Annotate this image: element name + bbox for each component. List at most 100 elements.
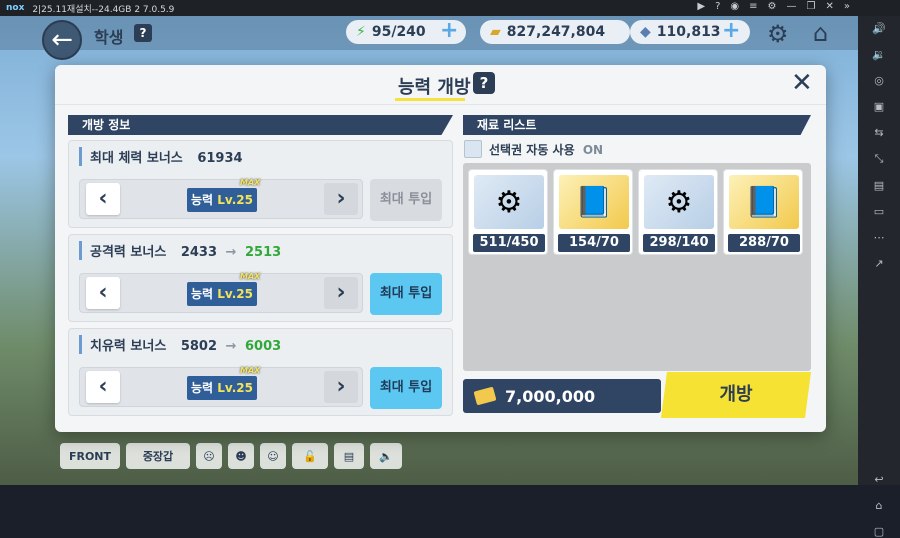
screen-help-button[interactable]: ? (134, 24, 152, 42)
unlock-info-header: 개방 정보 (68, 115, 453, 135)
bonus-value: 5802 (180, 339, 218, 354)
level-value: Lv.25 (217, 193, 253, 207)
max-input-button[interactable]: 최대 투입 (370, 179, 442, 221)
material-count: 154/70 (558, 234, 630, 252)
credit-ticket-icon: ▰ (490, 24, 501, 40)
chevron-left-icon: ‹ (98, 186, 108, 211)
level-increase-button[interactable]: › (324, 371, 358, 403)
level-prefix: 능력 (190, 287, 218, 301)
gear-disc-icon: ⚙ (474, 175, 544, 229)
smile-face-icon[interactable]: ☺ (260, 443, 286, 469)
resize-icon[interactable]: ⤡ (875, 152, 884, 166)
material-item[interactable]: ⚙ 298/140 (638, 169, 718, 255)
level-increase-button[interactable]: › (324, 277, 358, 309)
expand-icon[interactable]: » (844, 1, 850, 12)
front-button[interactable]: FRONT (60, 443, 120, 469)
bottom-bar: FRONT 중장갑 ☹ ☻ ☺ 🔓 ▤ 🔈 (60, 438, 440, 474)
hp-bonus-card: 최대 체력 보너스 61934 ‹ 능력 Lv.25 MAX › 최대 투입 (68, 140, 453, 228)
modal-header: 능력 개방 ? ✕ (55, 65, 826, 105)
level-decrease-button[interactable]: ‹ (86, 183, 120, 215)
unlock-button[interactable]: 개방 (661, 372, 811, 418)
material-item[interactable]: ⚙ 511/450 (468, 169, 548, 255)
level-decrease-button[interactable]: ‹ (86, 277, 120, 309)
settings-icon[interactable]: ⚙ (768, 1, 777, 12)
bonus-label: 최대 체력 보너스 (90, 151, 183, 166)
back-button[interactable]: ← (42, 20, 82, 60)
menu-icon[interactable]: ≡ (749, 1, 757, 12)
close-window-icon[interactable]: ✕ (825, 1, 833, 12)
level-control: ‹ 능력 Lv.25 MAX › (79, 366, 363, 407)
sync-icon[interactable]: ⇆ (874, 126, 883, 139)
level-label: 능력 Lv.25 (187, 188, 257, 212)
level-increase-button[interactable]: › (324, 183, 358, 215)
face-icon[interactable]: ☻ (228, 443, 254, 469)
modal-title: 능력 개방 (398, 77, 471, 98)
unlock-icon[interactable]: 🔓 (292, 443, 328, 469)
material-count: 288/70 (728, 234, 800, 252)
modal-help-button[interactable]: ? (473, 72, 495, 94)
emulator-sidebar: 🔊 🔉 ◎ ▣ ⇆ ⤡ ▤ ▭ ⋯ ↗ ↩ ⌂ ▢ (858, 16, 900, 538)
cost-display: 7,000,000 (463, 379, 661, 413)
bonus-label: 치유력 보너스 (90, 339, 167, 354)
bonus-value: 61934 (197, 151, 243, 166)
android-recent-icon[interactable]: ▢ (874, 525, 884, 538)
max-input-button[interactable]: 최대 투입 (370, 367, 442, 409)
monitor-icon[interactable]: ▭ (874, 205, 884, 218)
notes-icon[interactable]: ▤ (334, 443, 364, 469)
volume-up-icon[interactable]: 🔊 (872, 22, 886, 35)
ap-plus-button[interactable]: + (440, 18, 458, 43)
level-decrease-button[interactable]: ‹ (86, 371, 120, 403)
bonus-title: 공격력 보너스 2433 → 2513 (79, 241, 281, 260)
toolbox-icon[interactable]: ▤ (874, 179, 884, 192)
max-tag: MAX (240, 178, 261, 187)
shake-icon[interactable]: ◎ (874, 74, 884, 87)
max-input-button[interactable]: 최대 투입 (370, 273, 442, 315)
level-prefix: 능력 (190, 193, 218, 207)
restore-icon[interactable]: ❐ (807, 1, 816, 12)
auto-select-checkbox[interactable] (464, 140, 482, 158)
armor-type-button[interactable]: 중장갑 (126, 443, 190, 469)
play-icon[interactable]: ▶ (697, 1, 705, 12)
external-link-icon[interactable]: ↗ (874, 257, 883, 270)
bonus-next-value: 2513 (244, 245, 282, 260)
material-item[interactable]: 📘 154/70 (553, 169, 633, 255)
title-underline (395, 98, 465, 101)
emulator-title: 2|25.11재설치--24.4GB 2 7.0.5.9 (32, 4, 175, 15)
home-icon[interactable]: ⌂ (813, 19, 828, 47)
android-home-icon[interactable]: ⌂ (876, 499, 883, 512)
ability-unlock-modal: 능력 개방 ? ✕ 개방 정보 재료 리스트 최대 체력 보너스 61934 ‹… (55, 65, 826, 432)
level-prefix: 능력 (190, 381, 218, 395)
minimize-icon[interactable]: — (787, 1, 797, 12)
gems-value: 110,813 (656, 24, 721, 40)
bonus-title: 치유력 보너스 5802 → 6003 (79, 335, 281, 354)
close-icon[interactable]: ✕ (791, 70, 813, 96)
bonus-value: 2433 (180, 245, 218, 260)
volume-down-icon[interactable]: 🔉 (872, 48, 886, 61)
chevron-right-icon: › (336, 186, 346, 211)
more-icon[interactable]: ⋯ (874, 231, 885, 244)
screenshot-icon[interactable]: ▣ (874, 100, 884, 113)
attack-bonus-card: 공격력 보너스 2433 → 2513 ‹ 능력 Lv.25 MAX › 최대 … (68, 234, 453, 322)
credits-counter: ▰ 827,247,804 (480, 20, 630, 44)
level-label: 능력 Lv.25 (187, 282, 257, 306)
max-tag: MAX (240, 272, 261, 281)
auto-select-label: 선택권 자동 사용 ON (489, 141, 603, 158)
bonus-label: 공격력 보너스 (90, 245, 167, 260)
ap-value: 95/240 (371, 24, 426, 40)
level-control: ‹ 능력 Lv.25 MAX › (79, 178, 363, 219)
angry-face-icon[interactable]: ☹ (196, 443, 222, 469)
material-item[interactable]: 📘 288/70 (723, 169, 803, 255)
gems-plus-button[interactable]: + (722, 18, 740, 43)
chevron-left-icon: ‹ (98, 374, 108, 399)
android-back-icon[interactable]: ↩ (874, 473, 883, 486)
game-screen: ← 학생 ? ⚡ 95/240 + ▰ 827,247,804 ◆ 110,81… (0, 16, 858, 485)
user-icon[interactable]: ◉ (730, 1, 739, 12)
voice-icon[interactable]: 🔈 (370, 443, 402, 469)
chevron-right-icon: › (336, 374, 346, 399)
healing-bonus-card: 치유력 보너스 5802 → 6003 ‹ 능력 Lv.25 MAX › 최대 … (68, 328, 453, 416)
pyroxene-icon: ◆ (640, 24, 651, 40)
gear-icon[interactable]: ⚙ (767, 20, 789, 48)
material-count: 298/140 (643, 234, 715, 252)
gear-disc-icon: ⚙ (644, 175, 714, 229)
help-icon[interactable]: ? (715, 1, 720, 12)
